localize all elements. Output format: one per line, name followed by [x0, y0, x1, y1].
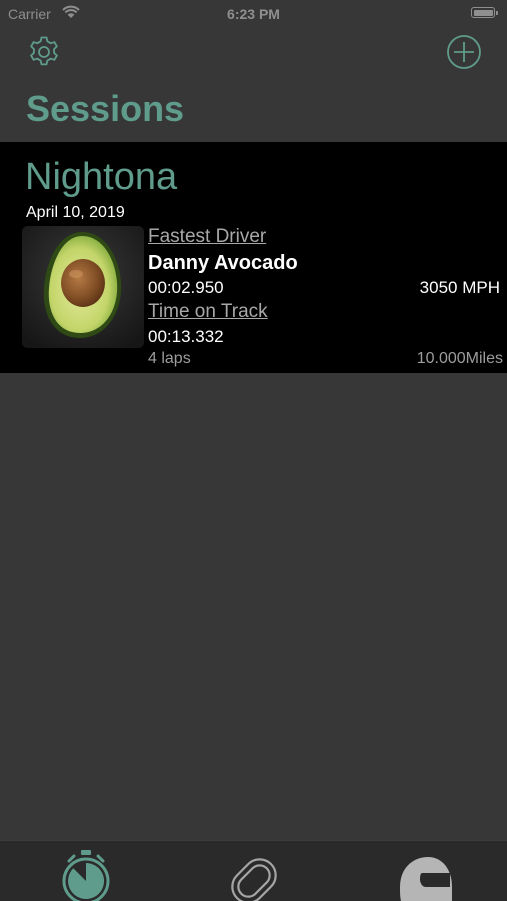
- battery-icon: [471, 7, 495, 18]
- session-card[interactable]: Nightona April 10, 2019 Fastest Driver D…: [0, 142, 507, 373]
- stopwatch-icon: [62, 850, 110, 901]
- distance: 10.000Miles: [416, 350, 503, 367]
- clock: 6:23 PM: [227, 6, 280, 22]
- settings-button[interactable]: [26, 34, 62, 70]
- session-date: April 10, 2019: [26, 204, 125, 221]
- best-lap-time: 00:02.950: [148, 278, 224, 297]
- driver-name: Danny Avocado: [148, 252, 298, 274]
- gear-icon: [30, 36, 58, 66]
- helmet-icon: [400, 857, 452, 901]
- status-bar: Carrier 6:23 PM: [0, 0, 507, 28]
- tab-bar: [0, 840, 507, 901]
- fastest-driver-link[interactable]: Fastest Driver: [148, 226, 266, 248]
- avocado-image: [22, 226, 144, 348]
- tab-stopwatch[interactable]: [54, 847, 118, 901]
- top-speed: 3050 MPH: [419, 278, 500, 297]
- page-title: Sessions: [26, 88, 185, 129]
- time-on-track-link[interactable]: Time on Track: [148, 301, 268, 323]
- race-track-icon: [231, 858, 277, 901]
- add-session-button[interactable]: [446, 34, 482, 70]
- driver-photo: [22, 226, 144, 348]
- tab-helmet[interactable]: [392, 847, 456, 901]
- plus-circle-icon: [447, 35, 481, 69]
- battery-tip: [496, 11, 498, 15]
- tab-track[interactable]: [222, 847, 286, 901]
- time-on-track-value: 00:13.332: [148, 327, 224, 346]
- track-name: Nightona: [25, 156, 178, 198]
- lap-count: 4 laps: [148, 350, 191, 367]
